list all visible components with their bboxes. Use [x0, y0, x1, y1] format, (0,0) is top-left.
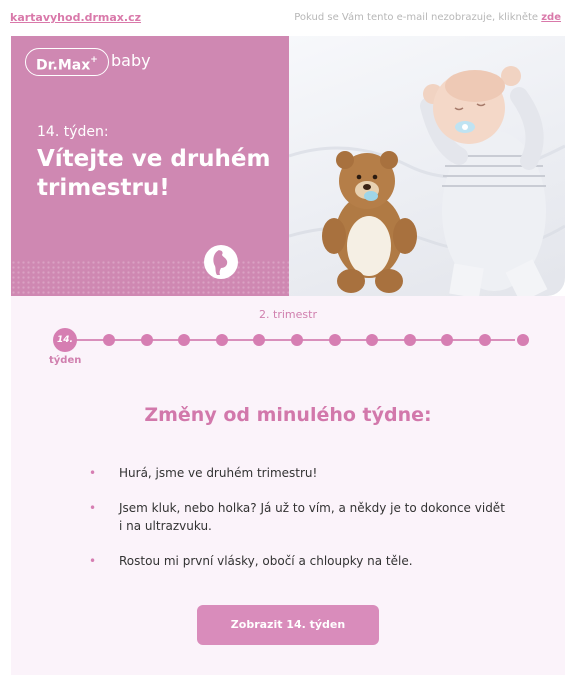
changes-list: • Hurá, jsme ve druhém trimestru! • Jsem k… [89, 464, 509, 587]
baby-and-teddy-bear-photo-icon [289, 66, 565, 296]
timeline-week-dot[interactable] [178, 334, 191, 346]
bullet-icon: • [89, 466, 97, 480]
timeline-week-dot[interactable] [140, 334, 153, 346]
logo-text: Dr.Max [36, 57, 91, 74]
view-online-link[interactable]: zde [541, 12, 561, 23]
timeline-week-dot[interactable] [403, 334, 416, 346]
list-item: • Jsem kluk, nebo holka? Já už to vím, a … [89, 499, 509, 535]
logo-baby-text: baby [111, 51, 151, 70]
view-online-text: Pokud se Vám tento e-mail nezobrazuje, k… [294, 12, 542, 23]
timeline-week-dot[interactable] [479, 334, 491, 346]
hero-title: Vítejte ve druhém trimestru! [37, 146, 271, 201]
bullet-icon: • [89, 501, 97, 515]
content-panel: 2. trimestr 14. týden Změny od minulého … [11, 296, 565, 675]
timeline-week-dot[interactable] [215, 334, 228, 346]
hero-banner: Dr.Max+ baby 14. týden: Vítejte ve druhé… [11, 36, 565, 296]
dot-pattern [11, 260, 289, 296]
hero-photo [289, 36, 565, 296]
list-item: • Hurá, jsme ve druhém trimestru! [89, 464, 509, 482]
current-week-caption: týden [49, 355, 82, 366]
hero-text-panel: Dr.Max+ baby 14. týden: Vítejte ve druhé… [11, 36, 289, 296]
list-item-text: Hurá, jsme ve druhém trimestru! [119, 466, 318, 480]
current-week-marker[interactable]: 14. [53, 328, 77, 352]
timeline-week-dot[interactable] [516, 334, 529, 346]
week-label: 14. týden: [37, 124, 109, 140]
list-item-text: Jsem kluk, nebo holka? Já už to vím, a n… [119, 501, 505, 533]
drmax-logo: Dr.Max+ [25, 48, 109, 76]
timeline-week-dot[interactable] [441, 334, 454, 346]
timeline-week-dot[interactable] [366, 334, 379, 346]
view-online-notice: Pokud se Vám tento e-mail nezobrazuje, k… [294, 12, 561, 23]
bullet-icon: • [89, 554, 97, 568]
show-week-button[interactable]: Zobrazit 14. týden [197, 605, 379, 645]
list-item: • Rostou mi první vlásky, obočí a chloupk… [89, 552, 509, 570]
changes-heading: Změny od minulého týdne: [144, 404, 432, 426]
timeline-week-dot[interactable] [291, 334, 303, 346]
timeline-week-dot[interactable] [253, 334, 266, 346]
timeline-week-dot[interactable] [328, 334, 341, 346]
email-top-bar: kartavyhod.drmax.cz Pokud se Vám tento e… [0, 0, 565, 36]
pregnancy-icon [204, 245, 238, 279]
logo-plus: + [90, 55, 98, 65]
timeline-week-dot[interactable] [103, 334, 115, 346]
domain-link[interactable]: kartavyhod.drmax.cz [10, 11, 141, 24]
trimester-label: 2. trimestr [259, 308, 317, 321]
week-progress-timeline: 14. týden [49, 328, 529, 368]
list-item-text: Rostou mi první vlásky, obočí a chloupky… [119, 554, 413, 568]
